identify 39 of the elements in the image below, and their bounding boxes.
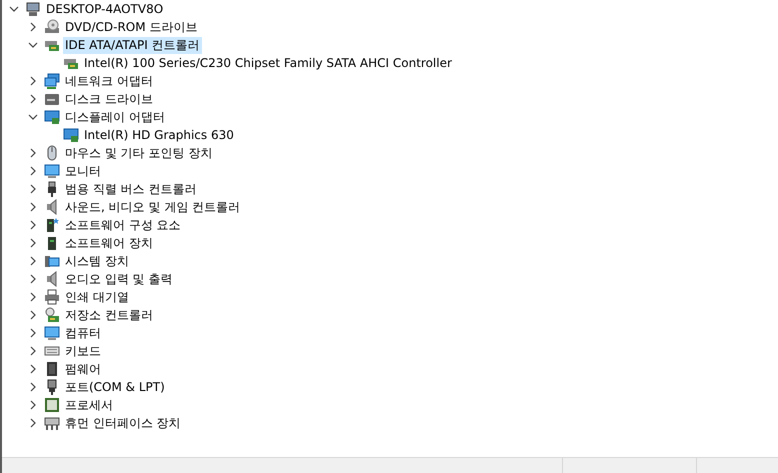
display-adapter-icon [63,127,79,143]
tree-item[interactable]: 소프트웨어 장치 [63,234,155,252]
tree-item[interactable]: 키보드 [63,342,103,360]
tree-item[interactable]: DVD/CD-ROM 드라이브 [63,18,200,36]
tree-item[interactable]: 네트워크 어댑터 [63,72,155,90]
tree-item[interactable]: 사운드, 비디오 및 게임 컨트롤러 [63,198,242,216]
disc-drive-icon [44,19,60,35]
tree-item[interactable]: 포트(COM & LPT) [63,378,167,396]
tree-item[interactable]: 오디오 입력 및 출력 [63,270,174,288]
hid-device-icon [44,415,60,431]
monitor-icon [44,325,60,341]
tree-item[interactable]: 모니터 [63,162,103,180]
tree-item[interactable]: 시스템 장치 [63,252,131,270]
chip-icon [44,361,60,377]
tree-item[interactable]: 펌웨어 [63,360,103,378]
network-icon [44,73,60,89]
tree-item[interactable]: Intel(R) 100 Series/C230 Chipset Family SATA AHCI Controller [82,54,454,72]
tree-item[interactable]: 범용 직렬 버스 컨트롤러 [63,180,198,198]
tree-item[interactable]: 컴퓨터 [63,324,103,342]
tree-item[interactable]: 프로세서 [63,396,115,414]
tree-item[interactable]: 소프트웨어 구성 요소 [63,216,183,234]
tree-item[interactable]: IDE ATA/ATAPI 컨트롤러 [63,36,202,54]
system-device-icon [44,253,60,269]
tree-item[interactable]: 저장소 컨트롤러 [63,306,155,324]
disk-drive-icon [44,91,60,107]
monitor-icon [44,163,60,179]
component-icon [44,217,60,233]
processor-icon [44,397,60,413]
display-adapter-icon [44,109,60,125]
tree-item[interactable]: 인쇄 대기열 [63,288,131,306]
computer-icon [25,1,41,17]
tree-item[interactable]: 디스플레이 어댑터 [63,108,167,126]
tree-item[interactable]: Intel(R) HD Graphics 630 [82,126,236,144]
tree-item[interactable]: DESKTOP-4AOTV8O [44,0,166,18]
printer-icon [44,289,60,305]
tree-item[interactable]: 마우스 및 기타 포인팅 장치 [63,144,214,162]
storage-controller-icon [44,307,60,323]
tree-item[interactable]: 휴먼 인터페이스 장치 [63,414,183,432]
tree-item[interactable]: 디스크 드라이브 [63,90,155,108]
